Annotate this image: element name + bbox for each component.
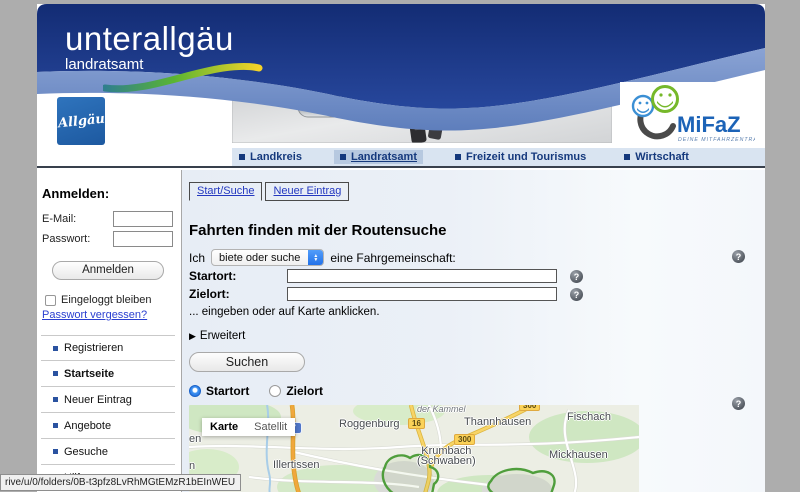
mifaz-logo[interactable]: MiFaZ DEINE MITFAHRZENTRALE (620, 82, 755, 148)
start-label: Startort: (189, 269, 287, 283)
brand-title: unterallgäu (65, 20, 234, 58)
mode-select[interactable]: biete oder suche ▲▼ (211, 249, 324, 266)
help-icon-dest[interactable]: ? (570, 288, 583, 301)
map-type-karte-button[interactable]: Karte (202, 418, 246, 436)
sidebar: Anmelden: E-Mail: Passwort: Anmelden Ein… (37, 170, 182, 492)
nav-bullet-icon (239, 154, 245, 160)
radio-selected-icon (189, 385, 201, 397)
header: unterallgäu landratsamt Allgäu (37, 4, 765, 148)
sidebar-menu: Registrieren Startseite Neuer Eintrag An… (41, 335, 175, 492)
map-label-partial-1: en (189, 433, 201, 445)
dest-input[interactable] (287, 287, 557, 301)
mode-suffix-label: eine Fahrgemeinschaft: (330, 251, 455, 265)
help-icon-map[interactable]: ? (732, 397, 745, 410)
menu-bullet-icon (53, 397, 58, 402)
sidebar-item-startseite[interactable]: Startseite (41, 361, 175, 387)
car-key-photo (232, 75, 612, 143)
road-shield-b16: 16 (408, 418, 425, 429)
login-button[interactable]: Anmelden (52, 261, 164, 280)
mode-prefix-label: Ich (189, 251, 205, 265)
stay-logged-in-label: Eingeloggt bleiben (61, 294, 152, 306)
map-label-thannhausen: Thannhausen (464, 416, 531, 428)
main-content: Start/Suche Neuer Eintrag Fahrten finden… (182, 170, 765, 492)
page-title: Fahrten finden mit der Routensuche (189, 222, 447, 239)
radio-unselected-icon (269, 385, 281, 397)
help-icon-mode[interactable]: ? (732, 250, 745, 263)
map-label-partial-2: n (189, 460, 195, 472)
tab-start-suche[interactable]: Start/Suche (189, 182, 262, 201)
nav-bullet-icon (340, 154, 346, 160)
email-field[interactable] (113, 211, 173, 227)
page: unterallgäu landratsamt Allgäu (37, 4, 765, 492)
nav-item-freizeit-tourismus[interactable]: Freizeit und Tourismus (449, 150, 592, 164)
map-label-mickhausen: Mickhausen (549, 449, 608, 461)
map-label-illertissen: Illertissen (273, 459, 319, 471)
content-tabs: Start/Suche Neuer Eintrag (189, 182, 349, 201)
mifaz-logo-text: MiFaZ (677, 112, 741, 137)
sidebar-item-angebote[interactable]: Angebote (41, 413, 175, 439)
search-button[interactable]: Suchen (189, 352, 305, 372)
browser-status-bar: rive/u/0/folders/0B-t3pfz8LvRhMGtEMzR1bE… (0, 474, 241, 491)
nav-bullet-icon (624, 154, 630, 160)
map-type-satellit-button[interactable]: Satellit (246, 418, 295, 436)
allgaeu-logo-text: Allgäu (57, 111, 105, 131)
forgot-password-link[interactable]: Passwort vergessen? (42, 309, 175, 321)
nav-item-wirtschaft[interactable]: Wirtschaft (618, 150, 695, 164)
menu-bullet-icon (53, 371, 58, 376)
sidebar-item-neuer-eintrag[interactable]: Neuer Eintrag (41, 387, 175, 413)
menu-bullet-icon (53, 423, 58, 428)
road-shield-b300: 300 (454, 434, 475, 445)
brand-swoosh-graphic (103, 60, 263, 94)
map-type-control: Karte Satellit (202, 418, 295, 436)
password-label: Passwort: (42, 233, 90, 245)
road-shield-b300-top: 300 (519, 405, 540, 411)
radio-startort[interactable]: Startort (189, 384, 249, 398)
dest-label: Zielort: (189, 287, 287, 301)
sidebar-item-registrieren[interactable]: Registrieren (41, 335, 175, 361)
map-hint-text: ... eingeben oder auf Karte anklicken. (189, 306, 380, 318)
map-label-krumbach: Krumbach(Schwaben) (417, 446, 476, 466)
map-label-river: der Kammel (417, 405, 466, 414)
radio-zielort[interactable]: Zielort (269, 384, 323, 398)
advanced-toggle[interactable]: ▶ Erweitert (189, 330, 245, 342)
allgaeu-logo[interactable]: Allgäu (57, 97, 105, 145)
triangle-right-icon: ▶ (189, 331, 196, 342)
map-canvas[interactable]: Karte Satellit der Kammel Roggenburg Tha… (189, 405, 639, 492)
start-input[interactable] (287, 269, 557, 283)
email-label: E-Mail: (42, 213, 76, 225)
tab-neuer-eintrag[interactable]: Neuer Eintrag (265, 182, 349, 201)
main-navbar: Landkreis Landratsamt Freizeit und Touri… (37, 148, 765, 168)
menu-bullet-icon (53, 449, 58, 454)
map-label-roggenburg: Roggenburg (339, 418, 400, 430)
login-heading: Anmelden: (42, 186, 175, 201)
green-smiley-icon (653, 87, 678, 112)
nav-item-landratsamt[interactable]: Landratsamt (334, 150, 423, 164)
mode-select-value: biete oder suche (212, 252, 308, 264)
map-label-fischach: Fischach (567, 411, 611, 423)
mifaz-tagline: DEINE MITFAHRZENTRALE (678, 137, 755, 143)
nav-item-landkreis[interactable]: Landkreis (233, 150, 308, 164)
menu-bullet-icon (53, 346, 58, 351)
sidebar-item-gesuche[interactable]: Gesuche (41, 439, 175, 465)
password-field[interactable] (113, 231, 173, 247)
help-icon-start[interactable]: ? (570, 270, 583, 283)
nav-bullet-icon (455, 154, 461, 160)
select-stepper-icon: ▲▼ (308, 249, 323, 266)
stay-logged-in-checkbox[interactable] (45, 295, 56, 306)
